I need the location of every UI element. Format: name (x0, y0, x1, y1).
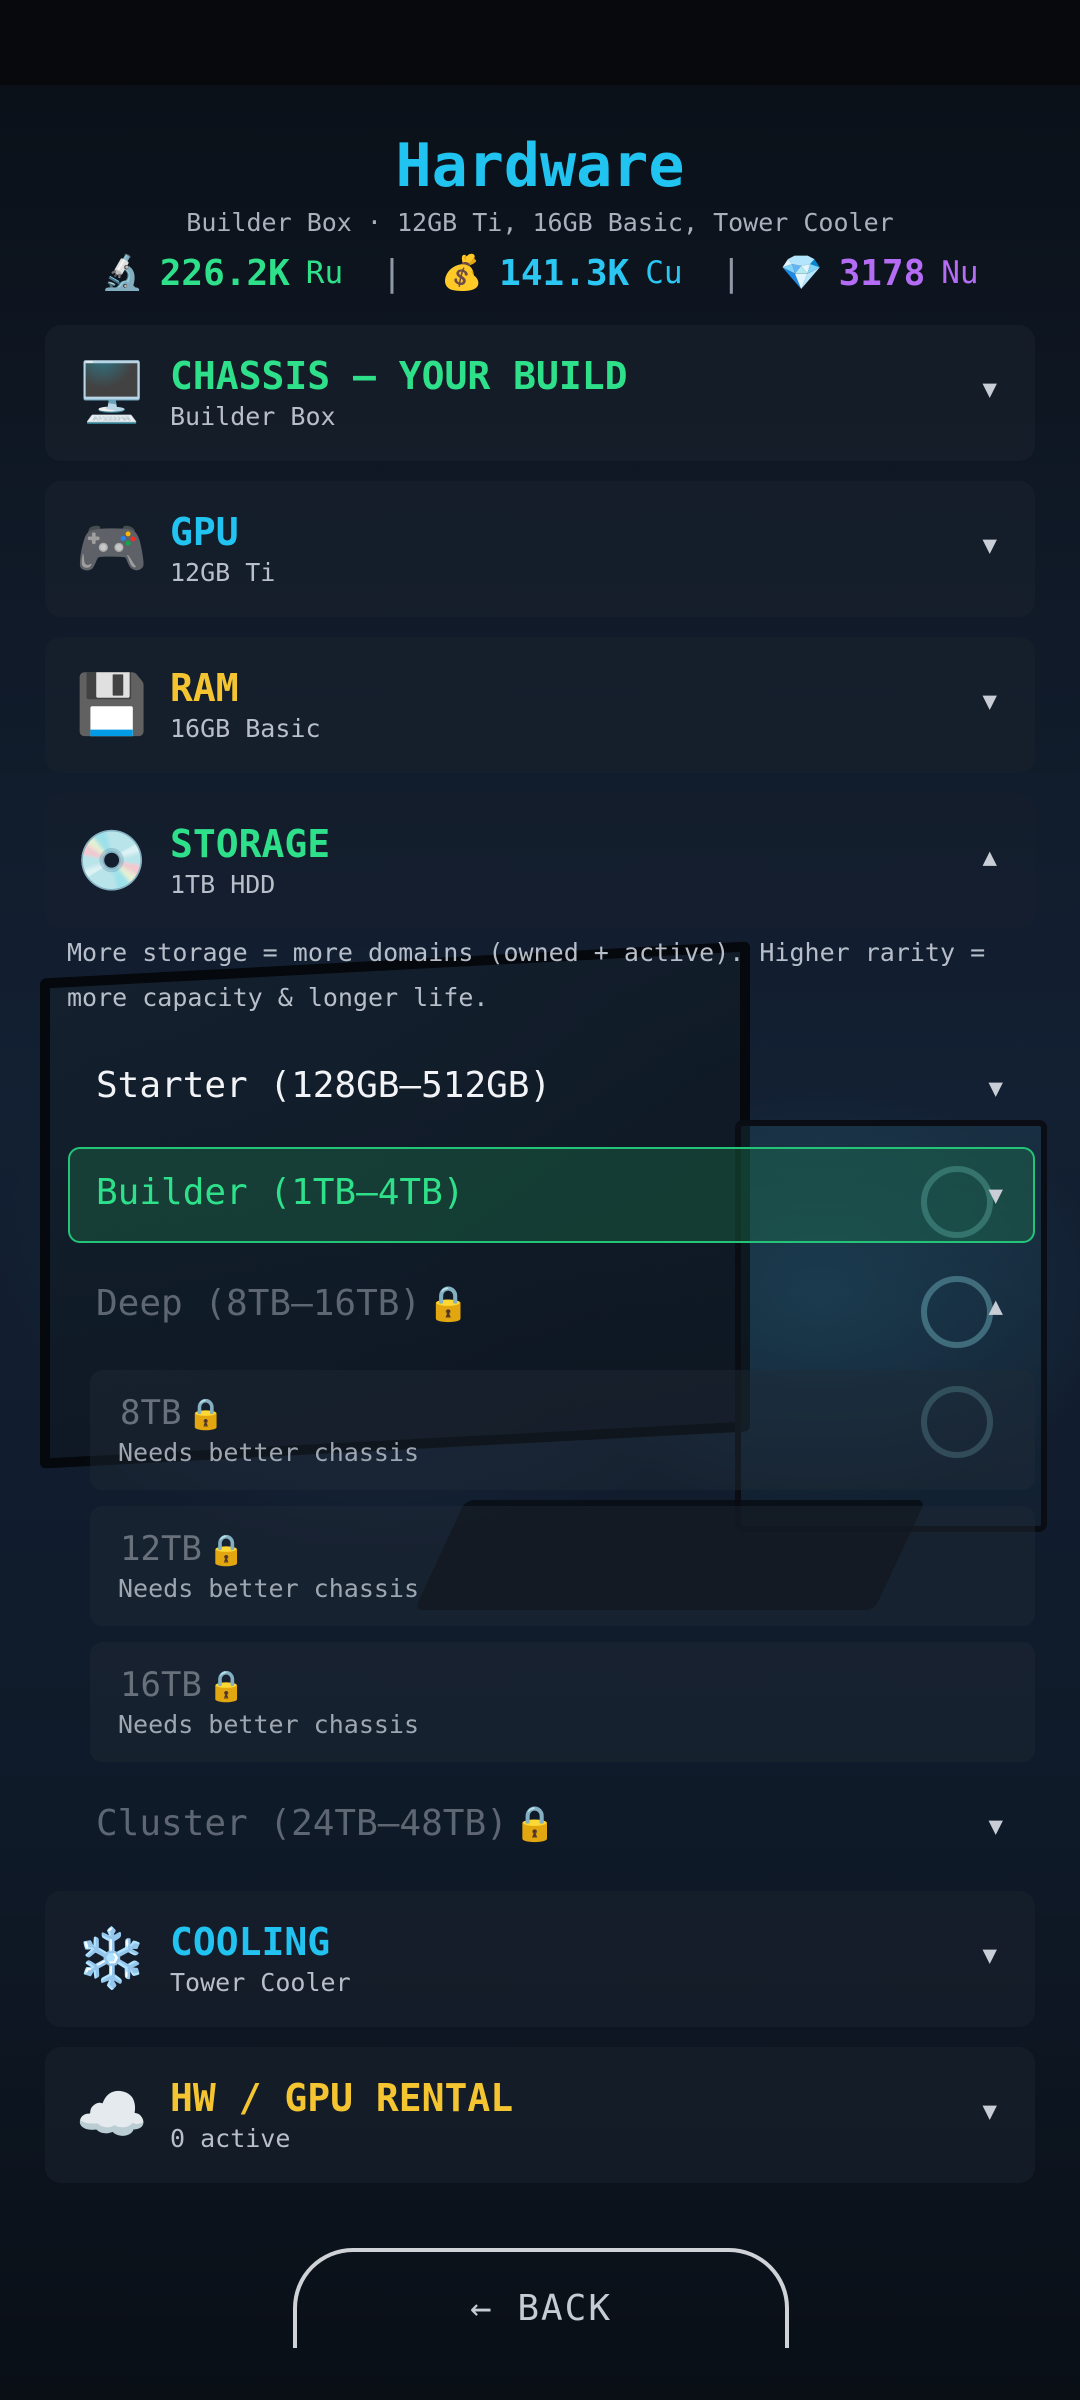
stat-cu-value: 141.3K (499, 252, 630, 294)
list-item[interactable]: 16TB 🔒 Needs better chassis (90, 1642, 1035, 1762)
tier-builder-label: Builder (1TB–4TB) (96, 1172, 465, 1213)
money-bag-icon: 💰 (440, 253, 484, 293)
item-requirement: Needs better chassis (118, 1438, 420, 1467)
item-title: 16TB 🔒 (120, 1664, 245, 1708)
stat-nu-value: 3178 (838, 252, 926, 294)
item-title: 8TB 🔒 (120, 1392, 225, 1436)
item-title: 12TB 🔒 (120, 1528, 245, 1572)
chevron-down-icon: ▼ (988, 1812, 1003, 1840)
section-cooling-title: COOLING (170, 1920, 331, 1964)
section-storage-title: STORAGE (170, 822, 331, 866)
tier-starter-label: Starter (128GB–512GB) (96, 1065, 552, 1106)
back-button[interactable]: ← BACK (293, 2248, 789, 2348)
stat-nu: 💎 3178 Nu (780, 253, 978, 294)
currency-bar: 🔬 226.2K Ru | 💰 141.3K Cu | 💎 3178 Nu (0, 248, 1080, 298)
section-chassis[interactable]: 🖥️ CHASSIS — YOUR BUILD Builder Box ▼ (45, 325, 1035, 461)
section-chassis-title: CHASSIS — YOUR BUILD (170, 354, 628, 398)
lock-icon: 🔒 (187, 1397, 225, 1432)
item-requirement: Needs better chassis (118, 1574, 420, 1603)
section-gpu[interactable]: 🎮 GPU 12GB Ti ▼ (45, 481, 1035, 617)
stat-ru-unit: Ru (305, 255, 344, 291)
tier-starter[interactable]: Starter (128GB–512GB) ▼ (68, 1040, 1035, 1136)
stat-separator: | (381, 252, 403, 294)
section-ram-subtitle: 16GB Basic (170, 714, 321, 743)
chevron-down-icon: ▼ (982, 531, 997, 559)
section-gpu-subtitle: 12GB Ti (170, 558, 276, 587)
item-name: 16TB (120, 1665, 202, 1705)
stat-cu-unit: Cu (645, 255, 683, 291)
header: Hardware Builder Box · 12GB Ti, 16GB Bas… (0, 130, 1080, 238)
tier-cluster[interactable]: Cluster (24TB–48TB) 🔒 ▼ (68, 1778, 1035, 1874)
chevron-down-icon: ▼ (982, 687, 997, 715)
lock-icon: 🔒 (207, 1669, 246, 1704)
tier-deep-text: Deep (8TB–16TB) 🔒 (96, 1280, 469, 1328)
stat-ru-value: 226.2K (159, 252, 290, 294)
item-name: 8TB (120, 1393, 182, 1433)
lock-icon: 🔒 (427, 1284, 470, 1324)
stat-ru: 🔬 226.2K Ru (101, 253, 343, 294)
gem-icon: 💎 (780, 253, 823, 293)
tier-cluster-text: Cluster (24TB–48TB) 🔒 (96, 1800, 556, 1848)
section-gpu-title: GPU (170, 510, 239, 554)
chevron-up-icon: ▲ (988, 1292, 1003, 1320)
tier-deep[interactable]: Deep (8TB–16TB) 🔒 ▲ (68, 1258, 1035, 1354)
back-button-label: ← BACK (469, 2288, 613, 2329)
disc-icon: 💿 (75, 826, 149, 894)
tier-cluster-label: Cluster (24TB–48TB) (96, 1803, 508, 1844)
snowflake-icon: ❄️ (75, 1924, 149, 1992)
chevron-down-icon: ▼ (988, 1074, 1003, 1102)
section-rental-subtitle: 0 active (170, 2124, 291, 2153)
cloud-icon: ☁️ (75, 2080, 149, 2148)
item-requirement: Needs better chassis (118, 1710, 420, 1739)
section-chassis-subtitle: Builder Box (170, 402, 336, 431)
lock-icon: 🔒 (513, 1804, 557, 1844)
chevron-up-icon: ▲ (982, 843, 997, 871)
chevron-down-icon: ▼ (982, 1941, 997, 1969)
section-rental-title: HW / GPU RENTAL (170, 2076, 514, 2120)
chevron-down-icon: ▼ (982, 375, 997, 403)
storage-description: More storage = more domains (owned + act… (67, 938, 986, 1012)
build-summary: Builder Box · 12GB Ti, 16GB Basic, Tower… (186, 208, 894, 237)
section-storage-subtitle: 1TB HDD (170, 870, 276, 899)
section-cooling-subtitle: Tower Cooler (170, 1968, 351, 1997)
chevron-down-icon: ▼ (988, 1181, 1003, 1209)
section-ram[interactable]: 💾 RAM 16GB Basic ▼ (45, 637, 1035, 773)
list-item[interactable]: 8TB 🔒 Needs better chassis (90, 1370, 1035, 1490)
lock-icon: 🔒 (207, 1533, 246, 1568)
stat-separator: | (720, 252, 743, 294)
section-storage[interactable]: 💿 STORAGE 1TB HDD ▲ (45, 793, 1035, 929)
section-cooling[interactable]: ❄️ COOLING Tower Cooler ▼ (45, 1891, 1035, 2027)
section-rental[interactable]: ☁️ HW / GPU RENTAL 0 active ▼ (45, 2047, 1035, 2183)
microscope-icon: 🔬 (101, 253, 144, 293)
tier-deep-label: Deep (8TB–16TB) (96, 1283, 422, 1324)
stat-cu: 💰 141.3K Cu (441, 253, 683, 294)
chevron-down-icon: ▼ (982, 2097, 997, 2125)
floppy-disk-icon: 💾 (75, 670, 149, 738)
section-ram-title: RAM (170, 666, 239, 710)
list-item[interactable]: 12TB 🔒 Needs better chassis (90, 1506, 1035, 1626)
gamepad-icon: 🎮 (75, 514, 149, 582)
stat-nu-unit: Nu (941, 255, 979, 291)
monitor-icon: 🖥️ (75, 358, 149, 426)
item-name: 12TB (120, 1529, 202, 1569)
tier-builder[interactable]: Builder (1TB–4TB) ▼ (68, 1147, 1035, 1243)
page-title: Hardware (395, 131, 685, 201)
